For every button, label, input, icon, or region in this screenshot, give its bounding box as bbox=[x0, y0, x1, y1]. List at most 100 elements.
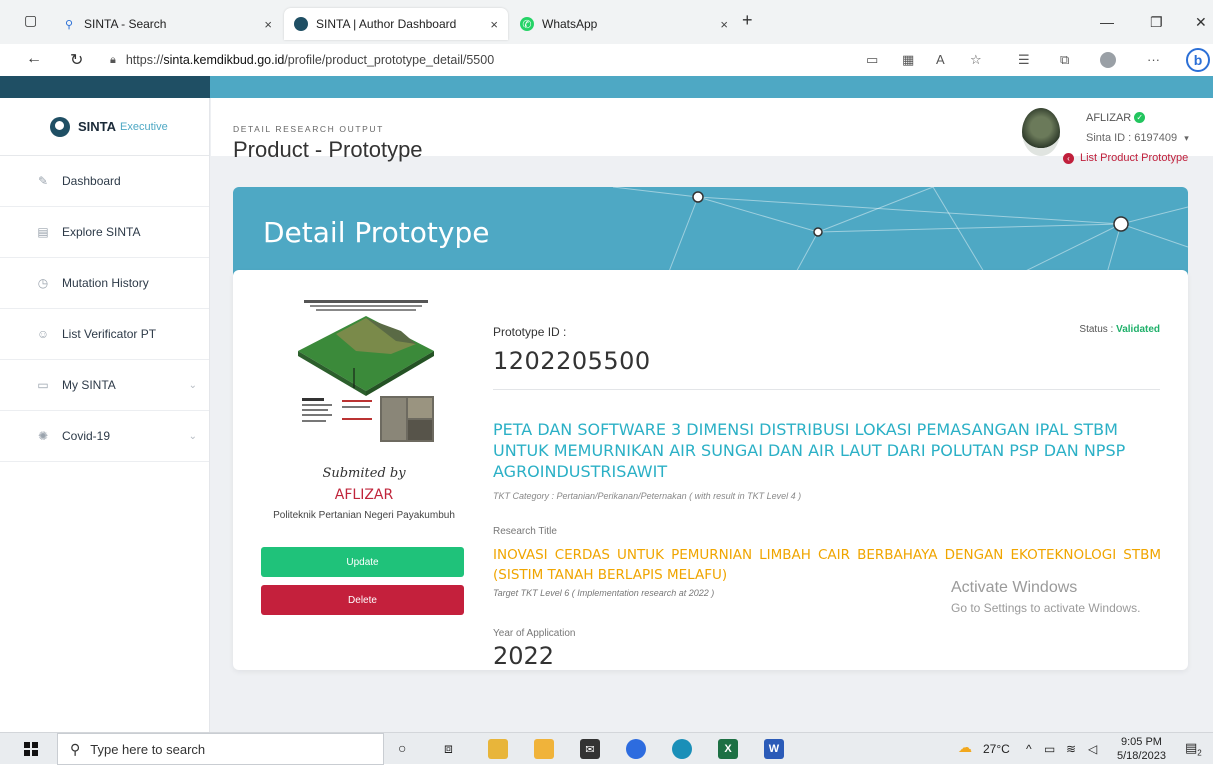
refresh-icon[interactable]: ↻ bbox=[70, 50, 83, 70]
battery-icon[interactable]: ▭ bbox=[1044, 742, 1055, 756]
excel-icon[interactable]: X bbox=[718, 739, 738, 759]
year-of-application-value: 2022 bbox=[493, 642, 555, 670]
close-icon[interactable]: × bbox=[264, 17, 272, 32]
watermark-line2: Go to Settings to activate Windows. bbox=[951, 601, 1141, 615]
wifi-icon[interactable]: ≋ bbox=[1066, 742, 1076, 756]
store-icon[interactable] bbox=[534, 739, 554, 759]
tray-chevron-icon[interactable]: ^ bbox=[1026, 742, 1032, 756]
minimize-icon[interactable]: — bbox=[1100, 14, 1114, 30]
product-title: PETA DAN SOFTWARE 3 DIMENSI DISTRIBUSI L… bbox=[493, 420, 1126, 481]
tkt-category: TKT Category : Pertanian/Perikanan/Peter… bbox=[493, 491, 802, 501]
card-icon: ▭ bbox=[37, 378, 49, 392]
sinta-id-dropdown[interactable]: Sinta ID : 6197409 ▾ bbox=[1086, 132, 1189, 144]
lock-icon: 🔒︎ bbox=[110, 53, 116, 66]
task-view-icon[interactable]: ⧈ bbox=[444, 740, 453, 757]
more-icon[interactable]: ··· bbox=[1147, 52, 1160, 67]
search-placeholder: Type here to search bbox=[90, 741, 206, 757]
new-tab-button[interactable]: + bbox=[742, 10, 753, 31]
status-label: Status : bbox=[1079, 324, 1114, 335]
sinta-id-text: Sinta ID : 6197409 bbox=[1086, 132, 1178, 144]
chevron-down-icon: ⌄ bbox=[188, 379, 197, 391]
grid-icon[interactable]: ▦ bbox=[902, 52, 914, 68]
clock-time: 9:05 PM bbox=[1120, 736, 1162, 748]
sidebar-item-dashboard[interactable]: ✎ Dashboard bbox=[0, 156, 209, 207]
tab-label: WhatsApp bbox=[542, 17, 598, 31]
volume-icon[interactable]: ◁ bbox=[1088, 742, 1097, 756]
brand-sub: Executive bbox=[120, 120, 168, 133]
zoom-icon[interactable] bbox=[626, 739, 646, 759]
windows-start-icon[interactable] bbox=[24, 742, 38, 756]
favorite-icon[interactable]: ☆ bbox=[970, 52, 982, 68]
user-name[interactable]: AFLIZAR ✓ bbox=[1086, 112, 1146, 124]
collections-icon[interactable]: ⧉ bbox=[1060, 52, 1069, 68]
page-title: Product - Prototype bbox=[233, 137, 423, 162]
file-explorer-icon[interactable] bbox=[488, 739, 508, 759]
user-name-text: AFLIZAR bbox=[1086, 112, 1132, 124]
sidebar-item-explore-sinta[interactable]: ▤ Explore SINTA bbox=[0, 207, 209, 258]
chevron-down-icon: ⌄ bbox=[188, 430, 197, 442]
app-available-icon[interactable]: ▭ bbox=[866, 52, 878, 68]
avatar[interactable] bbox=[1022, 108, 1060, 156]
taskbar-search-input[interactable]: ⚲ Type here to search bbox=[57, 733, 384, 765]
tab-actions-icon[interactable]: ▢ bbox=[24, 12, 37, 29]
notification-icon[interactable]: ▤2 bbox=[1185, 740, 1202, 758]
sidebar-item-my-sinta[interactable]: ▭ My SINTA ⌄ bbox=[0, 360, 209, 411]
tab-label: SINTA - Search bbox=[84, 17, 167, 31]
sidebar-item-label: Mutation History bbox=[62, 276, 149, 290]
prototype-id-value: 1202205500 bbox=[493, 347, 651, 375]
watermark-line1: Activate Windows bbox=[951, 579, 1078, 596]
tab-author-dashboard[interactable]: SINTA | Author Dashboard × bbox=[284, 8, 508, 40]
top-strip-dark bbox=[0, 76, 210, 98]
whatsapp-icon: ✆ bbox=[520, 17, 534, 31]
brand-logo[interactable]: SINTA Executive bbox=[0, 98, 209, 156]
banner-title: Detail Prototype bbox=[263, 216, 490, 249]
back-icon[interactable]: ← bbox=[26, 50, 42, 68]
restore-icon[interactable]: ❐ bbox=[1150, 14, 1163, 31]
address-bar: ← ↻ 🔒︎ https://sinta.kemdikbud.go.id/pro… bbox=[0, 44, 1213, 76]
research-title-label: Research Title bbox=[493, 526, 557, 537]
close-icon[interactable]: × bbox=[490, 17, 498, 32]
list-product-prototype-link[interactable]: ‹ List Product Prototype bbox=[1063, 152, 1188, 164]
mail-icon[interactable]: ✉ bbox=[580, 739, 600, 759]
temperature[interactable]: 27°C bbox=[983, 742, 1010, 756]
sidebar-item-label: List Verificator PT bbox=[62, 327, 157, 341]
sidebar-item-list-verificator[interactable]: ☺ List Verificator PT bbox=[0, 309, 209, 360]
divider bbox=[493, 389, 1160, 390]
sidebar-item-label: Explore SINTA bbox=[62, 225, 141, 239]
url-input[interactable]: 🔒︎ https://sinta.kemdikbud.go.id/profile… bbox=[110, 47, 870, 73]
virus-icon: ✺ bbox=[37, 429, 49, 443]
list-link-label: List Product Prototype bbox=[1080, 152, 1189, 164]
brand-name: SINTA bbox=[78, 119, 117, 134]
user-icon: ☺ bbox=[36, 327, 50, 341]
edge-icon[interactable] bbox=[672, 739, 692, 759]
windows-taskbar: ⚲ Type here to search ○ ⧈ ✉ X W ☁ 27°C ^… bbox=[0, 732, 1213, 765]
author-name[interactable]: AFLIZAR bbox=[233, 487, 495, 503]
sidebar-item-covid-19[interactable]: ✺ Covid-19 ⌄ bbox=[0, 411, 209, 462]
url-prefix: https:// bbox=[125, 53, 164, 67]
tab-label: SINTA | Author Dashboard bbox=[316, 17, 457, 31]
close-window-icon[interactable]: ✕ bbox=[1195, 14, 1207, 31]
profile-icon[interactable] bbox=[1100, 52, 1116, 68]
tab-whatsapp[interactable]: ✆ WhatsApp × bbox=[510, 8, 738, 40]
system-clock[interactable]: 9:05 PM 5/18/2023 bbox=[1117, 735, 1166, 763]
submitted-by-label: Submited by bbox=[322, 466, 406, 481]
delete-button[interactable]: Delete bbox=[261, 585, 464, 615]
sidebar-item-mutation-history[interactable]: ◷ Mutation History bbox=[0, 258, 209, 309]
activate-windows-watermark: Activate Windows Go to Settings to activ… bbox=[951, 579, 1140, 615]
tab-sinta-search[interactable]: ⚲ SINTA - Search × bbox=[52, 8, 282, 40]
prototype-poster-image[interactable] bbox=[296, 296, 436, 446]
weather-icon[interactable]: ☁ bbox=[958, 739, 972, 756]
update-button[interactable]: Update bbox=[261, 547, 464, 577]
pencil-icon: ✎ bbox=[37, 174, 49, 188]
sidebar-item-label: Covid-19 bbox=[62, 429, 111, 443]
clock-date: 5/18/2023 bbox=[1117, 750, 1166, 762]
sinta-logo-icon bbox=[50, 116, 70, 137]
verified-check-icon: ✓ bbox=[1134, 112, 1146, 123]
bing-icon[interactable]: b bbox=[1186, 48, 1210, 72]
word-icon[interactable]: W bbox=[764, 739, 784, 759]
cortana-icon[interactable]: ○ bbox=[398, 740, 406, 756]
sinta-logo-icon bbox=[294, 17, 308, 31]
close-icon[interactable]: × bbox=[720, 17, 728, 32]
read-aloud-icon[interactable]: A bbox=[936, 52, 945, 67]
favorites-list-icon[interactable]: ☰ bbox=[1018, 52, 1030, 68]
